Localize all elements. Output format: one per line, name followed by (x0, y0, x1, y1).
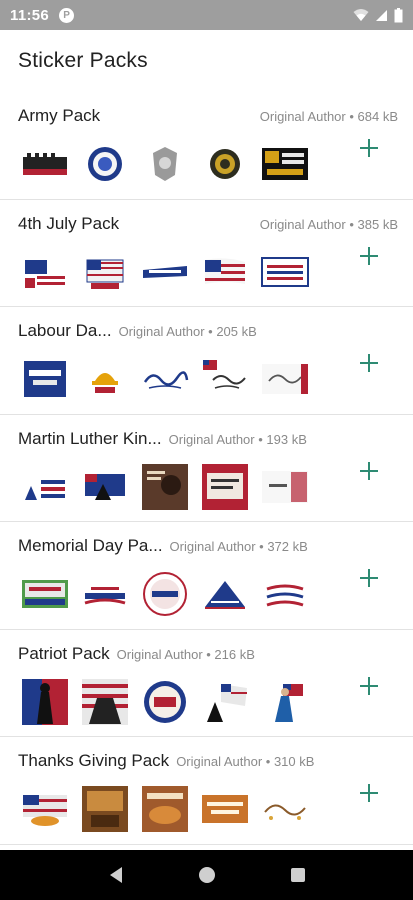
sticker-memorial-banner-icon (80, 572, 130, 616)
sticker-feast-table-icon (140, 786, 190, 832)
pack-name: Patriot Pack (18, 643, 110, 663)
recents-icon[interactable] (286, 863, 310, 887)
sticker-strip (20, 786, 310, 832)
add-pack-button[interactable] (357, 244, 381, 268)
sticker-labor-day-script-icon (260, 357, 310, 401)
status-bar: 11:56 P (0, 0, 413, 30)
status-icons (353, 7, 403, 23)
sticker-hard-hat-icon (80, 357, 130, 401)
sticker-strip (20, 250, 310, 294)
pack-meta: Original Author • 193 kB (168, 431, 307, 447)
pack-name: 4th July Pack (18, 213, 120, 233)
home-icon[interactable] (195, 863, 219, 887)
pack-row-patriot[interactable]: Patriot Pack Original Author • 216 kB (0, 630, 413, 737)
sticker-memorial-seal-icon (140, 572, 190, 616)
pack-row-thanks-giving[interactable]: Thanks Giving Pack Original Author • 310… (0, 737, 413, 845)
pack-name: Memorial Day Pa... (18, 536, 163, 555)
sticker-army-seal-icon (80, 142, 130, 186)
pack-meta: Original Author • 385 kB (259, 216, 398, 232)
sticker-badge-icon (140, 142, 190, 186)
sticker-strip (20, 357, 310, 401)
notification-badge-icon: P (59, 7, 75, 23)
pack-meta: Original Author • 372 kB (169, 539, 308, 554)
pack-meta: Original Author • 216 kB (116, 646, 255, 662)
pack-name: Thanks Giving Pack (18, 751, 170, 770)
add-pack-button[interactable] (357, 136, 381, 160)
pack-name: Labour Da... (18, 321, 112, 340)
sticker-patriot-figure-icon (260, 680, 310, 724)
sticker-strip (20, 678, 310, 725)
sticker-soldiers-icon (20, 142, 70, 186)
sticker-waving-flag-icon (200, 250, 250, 294)
sticker-patriot-seal-icon (140, 680, 190, 724)
pack-meta: Original Author • 310 kB (176, 754, 315, 769)
pack-header: Labour Da... Original Author • 205 kB (18, 321, 398, 341)
sticker-saluting-soldier-icon (20, 678, 70, 725)
sticker-flag-banner-icon (80, 250, 130, 294)
add-pack-button[interactable] (357, 674, 381, 698)
sticker-stripes-card-icon (260, 250, 310, 294)
sticker-strip (20, 142, 310, 186)
pack-name: Martin Luther Kin... (18, 428, 162, 448)
pack-header: Memorial Day Pa... Original Author • 372… (18, 536, 398, 556)
pack-row-labour-day[interactable]: Labour Da... Original Author • 205 kB (0, 307, 413, 415)
sticker-soldier-flag-icon (80, 678, 130, 725)
pack-row-martin-luther-king[interactable]: Martin Luther Kin... Original Author • 1… (0, 415, 413, 522)
sticker-pack-list: Army Pack Original Author • 684 kB 4th J… (0, 92, 413, 845)
pack-header: 4th July Pack Original Author • 385 kB (18, 214, 398, 234)
sticker-happy-4th-icon (20, 250, 70, 294)
sticker-happy-thanksgiving-icon (200, 787, 250, 831)
add-pack-button[interactable] (357, 566, 381, 590)
sticker-proud-mom-icon (260, 142, 310, 186)
status-time: 11:56 (10, 6, 50, 24)
sticker-thanksgiving-script-icon (260, 787, 310, 831)
sticker-memorial-ribbon-icon (260, 572, 310, 616)
sticker-memorial-card-icon (20, 572, 70, 616)
app-header: Sticker Packs (0, 30, 413, 92)
navigation-bar (0, 850, 413, 900)
battery-icon (394, 7, 403, 22)
sticker-ribbon-icon (140, 250, 190, 294)
signal-icon (376, 9, 387, 21)
sticker-emblem-icon (200, 142, 250, 186)
pack-header: Martin Luther Kin... Original Author • 1… (18, 429, 398, 449)
add-pack-button[interactable] (357, 351, 381, 375)
sticker-mlk-card-icon (200, 463, 250, 510)
sticker-pilgrim-scene-icon (80, 786, 130, 832)
wifi-icon (353, 9, 369, 21)
page-title: Sticker Packs (18, 49, 148, 72)
pack-meta: Original Author • 205 kB (118, 324, 257, 339)
pack-row-4th-july[interactable]: 4th July Pack Original Author • 385 kB (0, 200, 413, 307)
sticker-strip (20, 572, 310, 616)
sticker-labor-day-card-icon (20, 357, 70, 401)
sticker-mlk-portrait-icon (140, 463, 190, 510)
pack-meta: Original Author • 684 kB (259, 109, 398, 124)
sticker-labor-day-flag-icon (200, 357, 250, 401)
sticker-flag-bearer-icon (200, 680, 250, 724)
pack-header: Army Pack Original Author • 684 kB (18, 106, 398, 126)
add-pack-button[interactable] (357, 781, 381, 805)
pack-row-memorial-day[interactable]: Memorial Day Pa... Original Author • 372… (0, 522, 413, 630)
pack-header: Patriot Pack Original Author • 216 kB (18, 644, 398, 664)
sticker-mlk-flag-card-icon (260, 465, 310, 509)
sticker-flag-harvest-icon (20, 787, 70, 831)
sticker-silhouette-flag-icon (80, 465, 130, 509)
sticker-labor-day-text-icon (140, 357, 190, 401)
pack-row-army[interactable]: Army Pack Original Author • 684 kB (0, 92, 413, 200)
pack-name: Army Pack (18, 106, 101, 125)
pack-header: Thanks Giving Pack Original Author • 310… (18, 751, 398, 771)
sticker-folded-flag-icon (200, 572, 250, 616)
add-pack-button[interactable] (357, 459, 381, 483)
sticker-mlk-day-icon (20, 465, 70, 509)
back-icon[interactable] (104, 863, 128, 887)
sticker-strip (20, 463, 310, 510)
